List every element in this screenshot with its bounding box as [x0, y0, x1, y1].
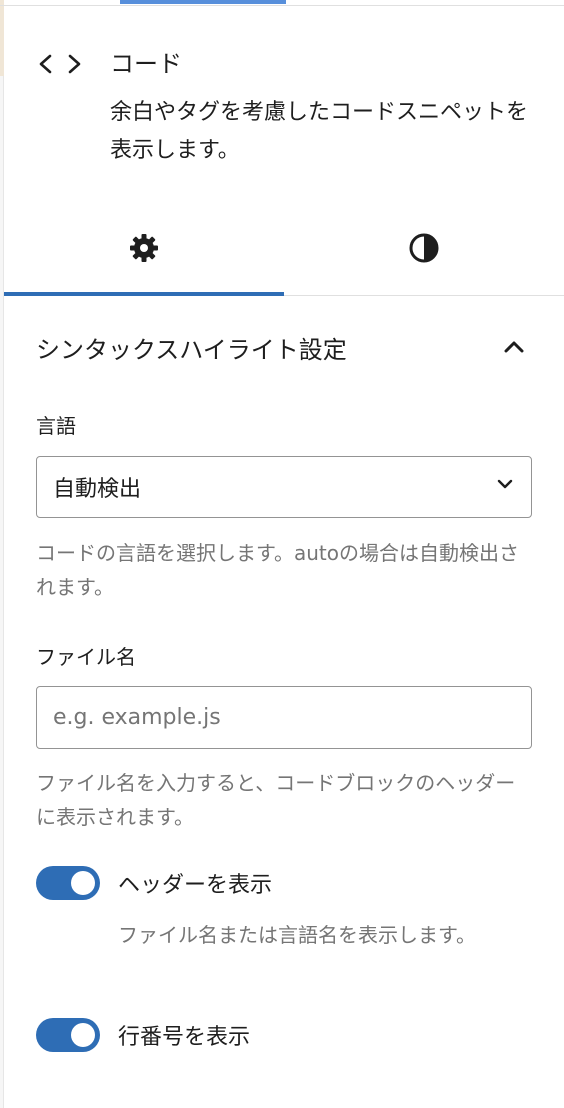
editor-edge [0, 0, 4, 1108]
show-line-numbers-toggle[interactable] [36, 1018, 100, 1052]
block-description: 余白やタグを考慮したコードスニペットを表示します。 [110, 100, 529, 163]
inspector-tabs [4, 204, 564, 296]
chevron-up-icon [500, 333, 528, 361]
show-header-label[interactable]: ヘッダーを表示 [118, 867, 272, 899]
show-header-toggle[interactable] [36, 866, 100, 900]
show-header-help-text: ファイル名または言語名を表示します。 [118, 923, 476, 947]
show-header-row: ヘッダーを表示 [36, 866, 272, 900]
block-title: コード [110, 50, 182, 78]
half-circle-contrast-icon [407, 231, 441, 269]
chevron-down-icon [495, 474, 515, 500]
code-brackets-icon [36, 52, 84, 76]
language-label: 言語 [36, 414, 76, 438]
tab-styles[interactable] [284, 204, 564, 295]
show-line-numbers-label[interactable]: 行番号を表示 [118, 1019, 250, 1051]
filename-help-text: ファイル名を入力すると、コードブロックのヘッダーに表示されます。 [36, 771, 516, 829]
tab-active-indicator [4, 292, 284, 296]
syntax-highlight-panel-toggle[interactable]: シンタックスハイライト設定 [36, 326, 528, 368]
panel-title: シンタックスハイライト設定 [36, 335, 347, 364]
filename-label: ファイル名 [36, 645, 136, 669]
sidebar-top-tab-active-indicator [120, 0, 286, 4]
language-help-text: コードの言語を選択します。autoの場合は自動検出されます。 [36, 541, 520, 599]
tab-settings[interactable] [4, 204, 284, 296]
filename-placeholder: e.g. example.js [53, 705, 221, 730]
editor-edge-accent [0, 0, 4, 76]
language-select[interactable]: 自動検出 [36, 456, 532, 518]
show-line-numbers-row: 行番号を表示 [36, 1018, 250, 1052]
gear-icon [128, 232, 160, 268]
toggle-knob [71, 1023, 95, 1047]
language-select-value: 自動検出 [53, 477, 142, 502]
sidebar-top-tab-bar [0, 0, 564, 6]
toggle-knob [71, 871, 95, 895]
filename-input[interactable]: e.g. example.js [36, 686, 532, 749]
